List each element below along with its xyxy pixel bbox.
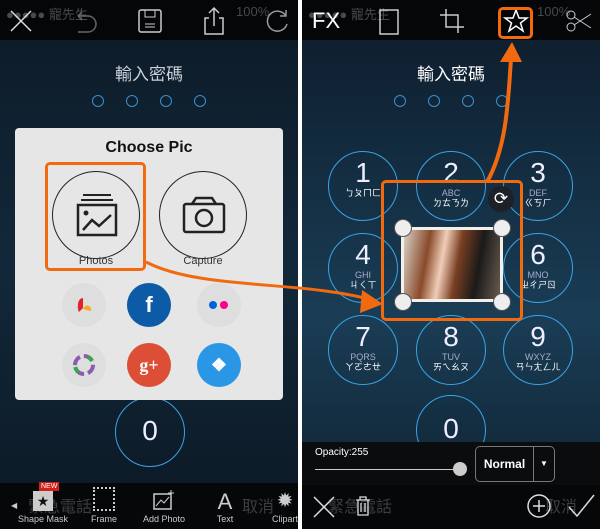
arrow-photos-to-sticker: [145, 260, 373, 302]
annotation-arrows: [145, 42, 522, 313]
arrow-sticker-to-star: [485, 57, 513, 183]
arrow-photos-head: [360, 290, 383, 313]
arrow-star-head: [500, 42, 522, 62]
